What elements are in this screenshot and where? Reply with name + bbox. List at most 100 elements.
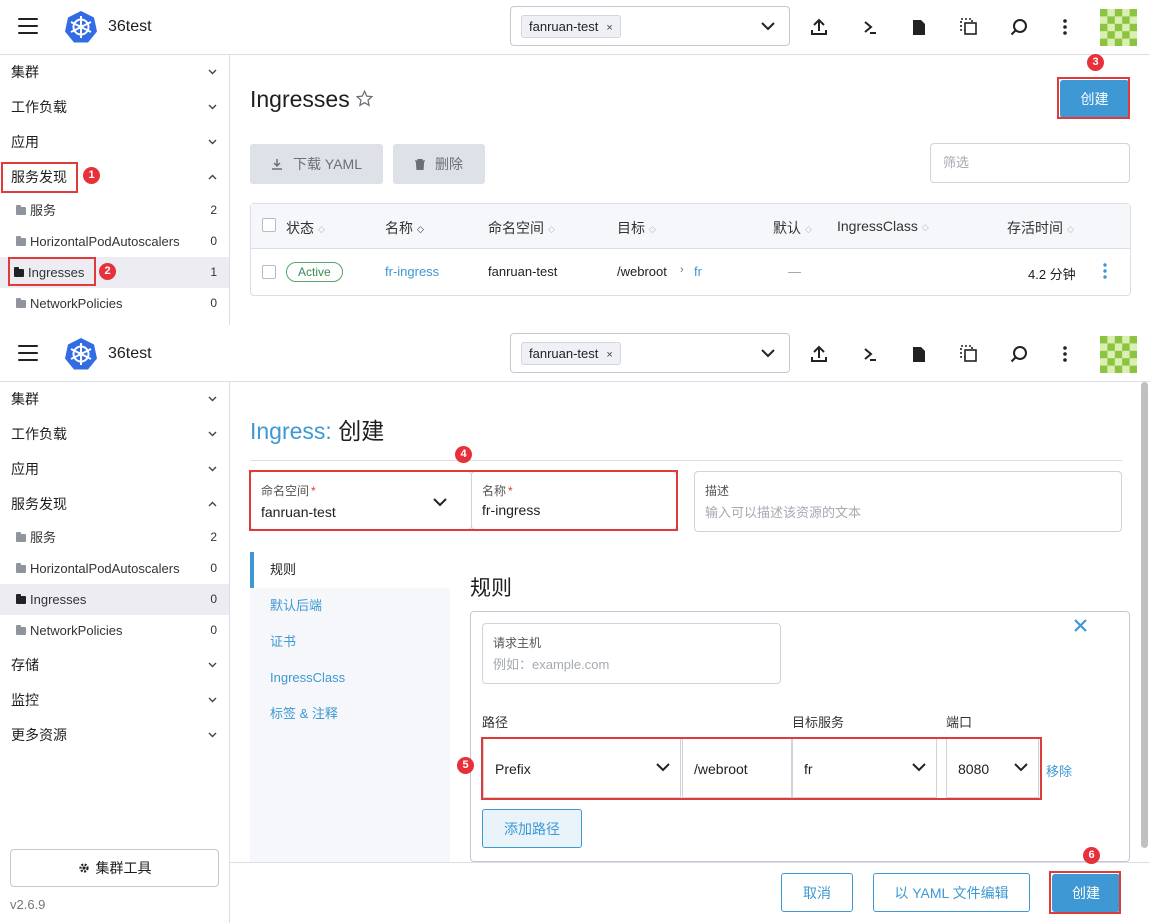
upload-icon[interactable] (808, 16, 830, 38)
request-host-input[interactable]: 请求主机 例如：example.com (482, 623, 781, 684)
trash-icon (415, 158, 425, 170)
sidebar-item-label: HorizontalPodAutoscalers (30, 561, 180, 576)
download-yaml-button[interactable]: 下载 YAML (250, 144, 383, 184)
row-checkbox[interactable] (262, 265, 276, 279)
sidebar-group-service-discovery[interactable]: 服务发现 (0, 160, 229, 195)
column-target[interactable]: 目标 ◇ (617, 218, 656, 238)
column-age[interactable]: 存活时间 ◇ (1007, 218, 1074, 238)
chevron-down-icon (433, 498, 447, 507)
top-header: 36test fanruan-test × (0, 327, 1150, 382)
sidebar-item-count: 0 (210, 234, 217, 248)
cluster-tools-button[interactable]: 集群工具 (10, 849, 219, 887)
tab-ingressclass[interactable]: IngressClass (250, 660, 450, 696)
tab-certificates[interactable]: 证书 (250, 624, 450, 660)
sidebar-item-hpa[interactable]: HorizontalPodAutoscalers 0 (0, 226, 229, 257)
sidebar-group-service-discovery[interactable]: 服务发现 (0, 487, 229, 522)
search-icon[interactable] (1008, 343, 1030, 365)
select-all-checkbox[interactable] (262, 218, 276, 232)
search-icon[interactable] (1008, 16, 1030, 38)
cancel-button[interactable]: 取消 (781, 873, 853, 912)
name-input[interactable]: 名称 * fr-ingress (471, 471, 677, 530)
rules-heading: 规则 (470, 577, 512, 600)
add-path-button[interactable]: 添加路径 (482, 809, 582, 848)
download-icon (272, 159, 282, 170)
folder-icon (16, 625, 26, 635)
chevron-down-icon[interactable] (761, 348, 775, 358)
page-scrollbar[interactable] (1141, 382, 1148, 848)
column-ingressclass[interactable]: IngressClass ◇ (837, 218, 929, 234)
delete-button[interactable]: 删除 (393, 144, 485, 184)
sidebar-group-monitoring[interactable]: 监控 (0, 683, 229, 718)
row-actions-icon[interactable] (1103, 263, 1107, 279)
column-label: 默认 (773, 220, 801, 236)
tab-rules[interactable]: 规则 (250, 552, 450, 588)
chevron-down-icon (208, 466, 217, 472)
sidebar-group-apps[interactable]: 应用 (0, 125, 229, 160)
column-namespace[interactable]: 命名空间 ◇ (488, 218, 555, 238)
namespace-selector[interactable]: fanruan-test × (510, 6, 790, 46)
submit-create-button[interactable]: 创建 (1052, 874, 1120, 912)
close-icon[interactable] (1074, 619, 1087, 632)
kubectl-shell-icon[interactable] (859, 16, 881, 38)
namespace-chip: fanruan-test × (521, 15, 621, 38)
port-select[interactable]: 8080 (946, 738, 1039, 798)
tab-labels-annotations[interactable]: 标签 & 注释 (250, 696, 450, 732)
upload-icon[interactable] (808, 343, 830, 365)
namespace-select[interactable]: 命名空间 * fanruan-test (250, 471, 472, 530)
column-label: 名称 (385, 220, 413, 236)
favorite-star-icon[interactable] (356, 90, 373, 107)
sidebar-item-ingresses[interactable]: Ingresses 0 (0, 584, 229, 615)
target-service-select[interactable]: fr (792, 738, 937, 798)
kubeconfig-file-icon[interactable] (908, 343, 930, 365)
menu-icon[interactable] (18, 345, 38, 361)
create-button[interactable]: 创建 (1060, 80, 1129, 118)
arrow-right-icon: › (680, 264, 684, 276)
sidebar-item-label: 服务 (30, 530, 57, 545)
remove-path-link[interactable]: 移除 (1046, 761, 1072, 780)
sidebar-group-cluster[interactable]: 集群 (0, 382, 229, 417)
step-badge: 4 (455, 446, 472, 463)
sidebar-item-networkpolicies[interactable]: NetworkPolicies 0 (0, 615, 229, 646)
chevron-down-icon[interactable] (761, 21, 775, 31)
chevron-down-icon (208, 104, 217, 110)
cluster-name: 36test (108, 18, 152, 35)
kubeconfig-file-icon[interactable] (908, 16, 930, 38)
more-vertical-icon[interactable] (1054, 16, 1076, 38)
path-type-select[interactable]: Prefix (483, 738, 681, 798)
title-resource-link[interactable]: Ingress: (250, 418, 332, 444)
copy-config-icon[interactable] (958, 16, 980, 38)
sidebar-group-more-resources[interactable]: 更多资源 (0, 718, 229, 753)
kubectl-shell-icon[interactable] (859, 343, 881, 365)
menu-icon[interactable] (18, 18, 38, 34)
sidebar-item-hpa[interactable]: HorizontalPodAutoscalers 0 (0, 553, 229, 584)
target-service-link[interactable]: fr (694, 264, 702, 279)
ingress-name-link[interactable]: fr-ingress (385, 264, 439, 279)
more-vertical-icon[interactable] (1054, 343, 1076, 365)
chip-close-icon[interactable]: × (606, 22, 612, 34)
sidebar-group-cluster[interactable]: 集群 (0, 55, 229, 90)
tab-default-backend[interactable]: 默认后端 (250, 588, 450, 624)
column-name[interactable]: 名称 ◇ (385, 218, 424, 238)
sidebar-item-count: 1 (210, 265, 217, 279)
chip-close-icon[interactable]: × (606, 349, 612, 361)
user-avatar[interactable] (1100, 9, 1137, 46)
folder-icon (14, 267, 24, 277)
column-default[interactable]: 默认 ◇ (773, 218, 812, 238)
sidebar-item-services[interactable]: 服务 2 (0, 522, 229, 553)
sidebar-group-storage[interactable]: 存储 (0, 648, 229, 683)
sidebar-group-workload[interactable]: 工作负载 (0, 90, 229, 125)
sidebar-item-networkpolicies[interactable]: NetworkPolicies 0 (0, 288, 229, 319)
filter-input[interactable]: 筛选 (930, 143, 1130, 183)
column-label: 存活时间 (1007, 220, 1063, 236)
copy-config-icon[interactable] (958, 343, 980, 365)
description-input[interactable]: 描述 输入可以描述该资源的文本 (694, 471, 1122, 532)
user-avatar[interactable] (1100, 336, 1137, 373)
step-badge: 5 (457, 757, 474, 774)
sidebar-item-services[interactable]: 服务 2 (0, 195, 229, 226)
sidebar-group-workload[interactable]: 工作负载 (0, 417, 229, 452)
sidebar-group-apps[interactable]: 应用 (0, 452, 229, 487)
column-status[interactable]: 状态 ◇ (286, 218, 325, 238)
edit-as-yaml-button[interactable]: 以 YAML 文件编辑 (873, 873, 1030, 912)
namespace-selector[interactable]: fanruan-test × (510, 333, 790, 373)
path-input[interactable]: /webroot (682, 738, 792, 798)
